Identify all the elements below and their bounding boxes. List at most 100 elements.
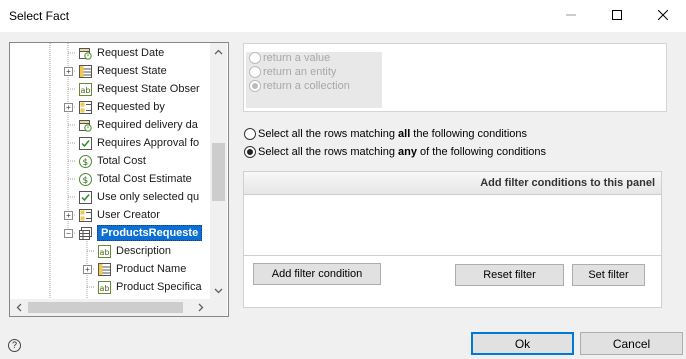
tree-item-label: Request State Obser	[97, 83, 200, 95]
tree-item[interactable]: Request Date	[78, 44, 164, 62]
tree-item-label: Required delivery da	[97, 119, 198, 131]
radio-label: return a value	[263, 52, 331, 64]
text-field-icon: ab	[97, 280, 111, 294]
match-any-suffix: of the following conditions	[416, 146, 547, 158]
svg-text:$: $	[82, 158, 88, 168]
radio-button[interactable]	[244, 146, 256, 158]
match-all-option[interactable]: Select all the rows matching all the fol…	[244, 128, 527, 140]
tree-item[interactable]: ab Description	[97, 242, 171, 260]
filter-panel-header: Add filter conditions to this panel	[244, 172, 661, 195]
tree-item-label: Description	[116, 245, 172, 257]
tree-item[interactable]: User Creator	[78, 206, 160, 224]
date-field-icon	[78, 46, 92, 60]
checkbox-field-icon	[78, 136, 92, 150]
entity-icon	[78, 208, 92, 222]
text-field-icon: ab	[97, 244, 111, 258]
tree-item-label: Request State	[97, 65, 167, 77]
expand-toggle[interactable]: +	[83, 265, 92, 274]
match-any-option[interactable]: Select all the rows matching any of the …	[244, 146, 546, 158]
table-entity-icon	[97, 262, 111, 276]
tree-item-label: ProductsRequeste	[97, 225, 203, 241]
tree-item-label: Requires Approval fo	[97, 137, 200, 149]
scrollbar-corner	[210, 299, 227, 316]
expand-toggle[interactable]: +	[64, 211, 73, 220]
return-entity-option[interactable]: return an entity	[249, 66, 336, 78]
svg-text:$: $	[82, 176, 88, 186]
tree-item-label: Product Specifica	[116, 281, 202, 293]
maximize-button[interactable]	[594, 0, 640, 30]
return-value-option[interactable]: return a value	[249, 52, 330, 64]
scroll-up-arrow-icon[interactable]	[214, 48, 223, 57]
tree-item[interactable]: Required delivery da	[78, 116, 198, 134]
match-any-keyword: any	[398, 146, 417, 158]
tree-item-label: Requested by	[97, 101, 165, 113]
radio-button[interactable]	[249, 52, 261, 64]
ok-button[interactable]: Ok	[471, 332, 574, 355]
radio-label: return an entity	[263, 66, 337, 78]
filter-panel-title: Add filter conditions to this panel	[480, 177, 655, 189]
window-title: Select Fact	[9, 9, 70, 23]
tree-item-label: User Creator	[97, 209, 160, 221]
vertical-scroll-thumb[interactable]	[212, 143, 225, 201]
cancel-button[interactable]: Cancel	[580, 332, 683, 355]
help-icon[interactable]: ?	[8, 339, 21, 352]
currency-field-icon: $	[78, 172, 92, 186]
match-any-prefix: Select all the rows matching	[258, 146, 399, 158]
currency-field-icon: $	[78, 154, 92, 168]
collapse-toggle[interactable]: −	[64, 229, 73, 238]
minimize-icon	[566, 14, 576, 16]
svg-text:ab: ab	[99, 248, 109, 257]
tree-item-selected[interactable]: ProductsRequeste	[78, 224, 203, 242]
tree-item-label: Use only selected qu	[97, 191, 200, 203]
match-all-label: Select all the rows matching all the fol…	[258, 128, 527, 140]
tree-item[interactable]: Requires Approval fo	[78, 134, 199, 152]
close-button[interactable]	[640, 0, 686, 30]
table-entity-icon	[78, 64, 92, 78]
tree-item-label: Total Cost	[97, 155, 146, 167]
radio-button[interactable]	[249, 66, 261, 78]
horizontal-scroll-thumb[interactable]	[28, 302, 183, 313]
fact-tree[interactable]: + + + − + Request Date Request State ab …	[9, 42, 229, 317]
maximize-icon	[612, 10, 622, 20]
radio-label: return a collection	[263, 80, 350, 92]
return-collection-option[interactable]: return a collection	[249, 80, 350, 92]
match-any-label: Select all the rows matching any of the …	[258, 146, 546, 158]
tree-vertical-scrollbar[interactable]	[210, 43, 227, 299]
scroll-right-arrow-icon[interactable]	[196, 303, 205, 312]
set-filter-button[interactable]: Set filter	[572, 264, 645, 286]
expand-toggle[interactable]: +	[64, 67, 73, 76]
tree-horizontal-scrollbar[interactable]	[10, 299, 210, 316]
tree-item-label: Product Name	[116, 263, 187, 275]
radio-button[interactable]	[249, 80, 261, 92]
entity-icon	[78, 100, 92, 114]
close-icon	[658, 10, 668, 20]
minimize-button[interactable]	[548, 0, 594, 30]
collection-icon	[78, 226, 92, 240]
tree-item[interactable]: ab Product Specifica	[97, 278, 202, 296]
tree-item[interactable]: $ Total Cost Estimate	[78, 170, 192, 188]
tree-item[interactable]: ab Request State Obser	[78, 80, 200, 98]
tree-item-label: Request Date	[97, 47, 165, 59]
match-all-prefix: Select all the rows matching	[258, 128, 399, 140]
reset-filter-button[interactable]: Reset filter	[455, 264, 564, 286]
scroll-down-arrow-icon[interactable]	[214, 286, 223, 295]
filter-conditions-panel: Add filter conditions to this panel	[243, 171, 662, 308]
svg-text:ab: ab	[80, 86, 90, 95]
text-field-icon: ab	[78, 82, 92, 96]
tree-item[interactable]: $ Total Cost	[78, 152, 146, 170]
tree-item[interactable]: Requested by	[78, 98, 165, 116]
svg-text:ab: ab	[99, 284, 109, 293]
radio-button[interactable]	[244, 128, 256, 140]
match-all-suffix: the following conditions	[410, 128, 528, 140]
tree-item[interactable]: Request State	[78, 62, 167, 80]
match-all-keyword: all	[398, 128, 411, 140]
filter-conditions-list[interactable]	[244, 195, 661, 256]
date-field-icon	[78, 118, 92, 132]
expand-toggle[interactable]: +	[64, 103, 73, 112]
checkbox-field-icon	[78, 190, 92, 204]
tree-item[interactable]: Use only selected qu	[78, 188, 199, 206]
add-filter-condition-button[interactable]: Add filter condition	[253, 263, 381, 285]
scroll-left-arrow-icon[interactable]	[15, 303, 24, 312]
title-bar: Select Fact	[0, 0, 686, 32]
tree-item[interactable]: Product Name	[97, 260, 186, 278]
